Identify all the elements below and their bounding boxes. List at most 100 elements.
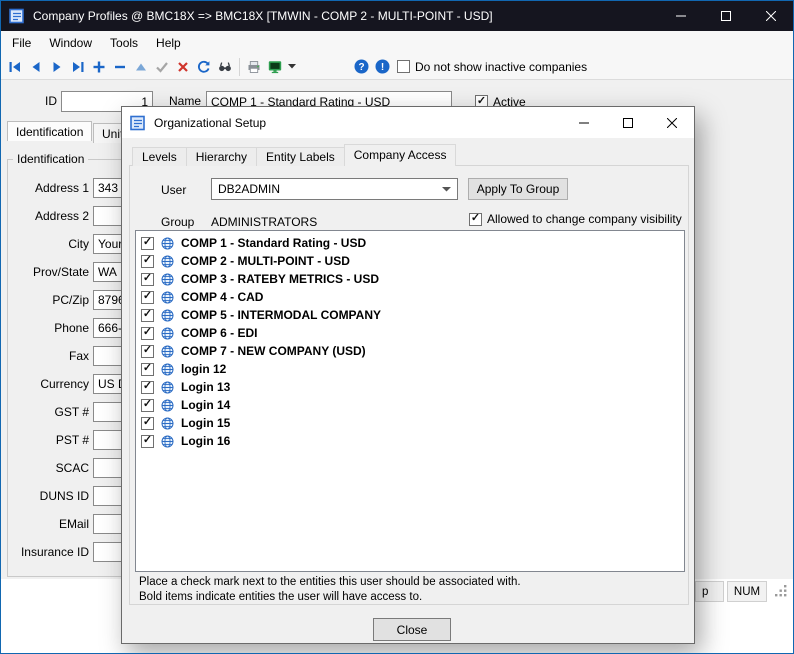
organizational-setup-dialog: Organizational Setup Levels Hierarchy En… — [121, 106, 695, 644]
entity-label: COMP 5 - INTERMODAL COMPANY — [181, 308, 381, 322]
identification-group-title: Identification — [13, 152, 88, 166]
globe-icon — [161, 417, 174, 430]
company-access-panel: User DB2ADMIN Apply To Group Group ADMIN… — [129, 165, 689, 605]
entity-row[interactable]: COMP 6 - EDI — [136, 324, 684, 342]
entity-row[interactable]: Login 13 — [136, 378, 684, 396]
id-label: ID — [0, 94, 57, 108]
window-title: Company Profiles @ BMC18X => BMC18X [TMW… — [33, 9, 658, 23]
entity-row[interactable]: Login 14 — [136, 396, 684, 414]
entity-label: COMP 2 - MULTI-POINT - USD — [181, 254, 350, 268]
duns-label: DUNS ID — [5, 489, 89, 503]
group-label: Group — [161, 215, 194, 229]
user-combobox[interactable]: DB2ADMIN — [211, 178, 458, 200]
entity-label: COMP 4 - CAD — [181, 290, 263, 304]
last-record-icon[interactable] — [68, 56, 88, 78]
entity-row[interactable]: COMP 2 - MULTI-POINT - USD — [136, 252, 684, 270]
entity-checkbox[interactable] — [141, 345, 154, 358]
find-icon[interactable] — [215, 56, 235, 78]
dialog-maximize-button[interactable] — [606, 107, 650, 138]
entity-row[interactable]: login 12 — [136, 360, 684, 378]
help-icon[interactable]: ? — [351, 56, 371, 78]
entity-label: Login 13 — [181, 380, 230, 394]
print-icon[interactable] — [244, 56, 264, 78]
apply-to-group-button[interactable]: Apply To Group — [468, 178, 568, 200]
tab-identification[interactable]: Identification — [7, 121, 92, 141]
add-record-icon[interactable] — [89, 56, 109, 78]
entity-checkbox[interactable] — [141, 273, 154, 286]
maximize-button[interactable] — [703, 1, 748, 31]
allow-visibility-checkbox[interactable] — [469, 213, 482, 226]
monitor-icon[interactable] — [265, 56, 285, 78]
previous-record-icon[interactable] — [26, 56, 46, 78]
dialog-close-button[interactable] — [650, 107, 694, 138]
toolbar-separator — [239, 58, 240, 76]
email-label: EMail — [5, 517, 89, 531]
entity-checkbox[interactable] — [141, 255, 154, 268]
edit-record-icon[interactable] — [131, 56, 151, 78]
tab-hierarchy[interactable]: Hierarchy — [186, 147, 257, 166]
entity-row[interactable]: COMP 4 - CAD — [136, 288, 684, 306]
statusbar-segment: p — [695, 581, 724, 602]
entity-checkbox[interactable] — [141, 363, 154, 376]
dialog-minimize-button[interactable] — [562, 107, 606, 138]
statusbar-num-indicator: NUM — [727, 581, 767, 602]
entity-checkbox[interactable] — [141, 399, 154, 412]
entity-checkbox[interactable] — [141, 237, 154, 250]
menu-file[interactable]: File — [3, 33, 40, 53]
close-dialog-button[interactable]: Close — [373, 618, 451, 641]
entity-checkbox[interactable] — [141, 291, 154, 304]
tab-entity-labels[interactable]: Entity Labels — [256, 147, 345, 166]
tab-company-access[interactable]: Company Access — [344, 144, 457, 166]
entity-label: Login 16 — [181, 434, 230, 448]
entity-checkbox[interactable] — [141, 327, 154, 340]
globe-icon — [161, 345, 174, 358]
entity-label: COMP 6 - EDI — [181, 326, 257, 340]
entity-row[interactable]: COMP 3 - RATEBY METRICS - USD — [136, 270, 684, 288]
menu-help[interactable]: Help — [147, 33, 190, 53]
allow-visibility-label: Allowed to change company visibility — [487, 212, 682, 226]
minimize-button[interactable] — [658, 1, 703, 31]
entity-label: COMP 3 - RATEBY METRICS - USD — [181, 272, 379, 286]
entity-row[interactable]: Login 16 — [136, 432, 684, 450]
entity-row[interactable]: COMP 7 - NEW COMPANY (USD) — [136, 342, 684, 360]
next-record-icon[interactable] — [47, 56, 67, 78]
menu-window[interactable]: Window — [40, 33, 101, 53]
refresh-icon[interactable] — [194, 56, 214, 78]
user-label: User — [161, 183, 186, 197]
globe-icon — [161, 381, 174, 394]
first-record-icon[interactable] — [5, 56, 25, 78]
hide-inactive-checkbox[interactable] — [397, 60, 410, 73]
dialog-title-bar: Organizational Setup — [122, 107, 694, 138]
entity-checkbox[interactable] — [141, 309, 154, 322]
tab-levels[interactable]: Levels — [132, 147, 187, 166]
cancel-edit-icon[interactable] — [173, 56, 193, 78]
entity-label: login 12 — [181, 362, 226, 376]
currency-label: Currency — [5, 377, 89, 391]
note-line2: Bold items indicate entities the user wi… — [139, 591, 422, 603]
resize-grip[interactable] — [773, 583, 788, 601]
close-button[interactable] — [748, 1, 793, 31]
globe-icon — [161, 255, 174, 268]
dialog-tab-strip: Levels Hierarchy Entity Labels Company A… — [132, 144, 455, 166]
delete-record-icon[interactable] — [110, 56, 130, 78]
entity-row[interactable]: Login 15 — [136, 414, 684, 432]
note-line1: Place a check mark next to the entities … — [139, 576, 521, 588]
pst-label: PST # — [5, 433, 89, 447]
post-edit-icon[interactable] — [152, 56, 172, 78]
globe-icon — [161, 273, 174, 286]
monitor-dropdown-icon[interactable] — [286, 56, 297, 78]
app-icon — [9, 8, 25, 24]
phone-label: Phone — [5, 321, 89, 335]
entity-row[interactable]: COMP 5 - INTERMODAL COMPANY — [136, 306, 684, 324]
entity-checkbox[interactable] — [141, 417, 154, 430]
entity-checkbox[interactable] — [141, 435, 154, 448]
main-window: Company Profiles @ BMC18X => BMC18X [TMW… — [0, 0, 794, 654]
menu-tools[interactable]: Tools — [101, 33, 147, 53]
entity-checkbox[interactable] — [141, 381, 154, 394]
info-icon[interactable]: ! — [372, 56, 392, 78]
hide-inactive-label: Do not show inactive companies — [415, 60, 587, 74]
entity-row[interactable]: COMP 1 - Standard Rating - USD — [136, 234, 684, 252]
insurance-id-label: Insurance ID — [5, 545, 89, 559]
globe-icon — [161, 309, 174, 322]
entity-listbox[interactable]: COMP 1 - Standard Rating - USD COMP 2 - … — [135, 230, 685, 572]
